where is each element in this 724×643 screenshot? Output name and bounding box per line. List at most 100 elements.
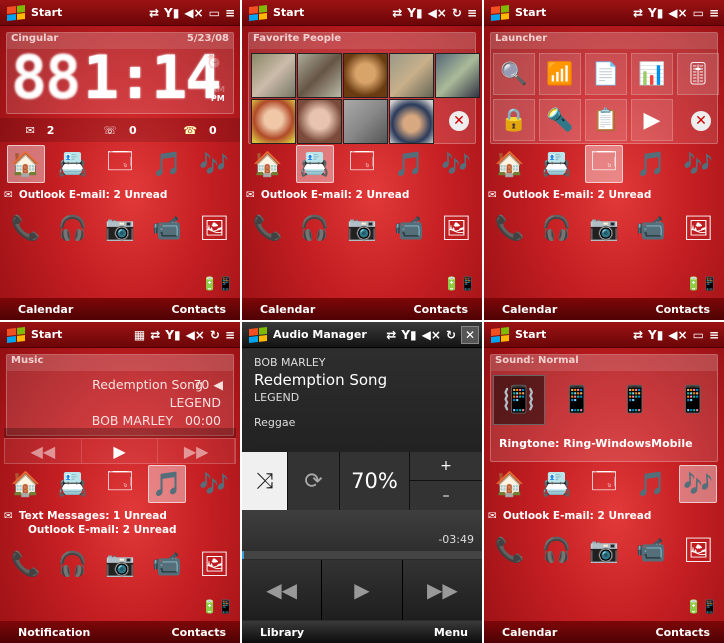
email-notification[interactable]: Outlook E-mail: 2 Unread xyxy=(28,524,177,536)
email-count[interactable]: ✉ 2 xyxy=(0,124,80,137)
profile-silent-icon[interactable]: 📱 xyxy=(609,375,661,425)
video-camera-icon[interactable]: 📹 xyxy=(390,209,428,247)
phone-icon[interactable]: 📞 xyxy=(7,209,45,247)
next-icon[interactable]: ▶▶ xyxy=(403,560,482,620)
tasks-icon[interactable]: 📋 xyxy=(585,99,627,141)
volume-mute-icon[interactable]: ◀× xyxy=(668,6,687,20)
sms-notification[interactable]: ✉ Text Messages: 1 Unread xyxy=(4,510,167,522)
lock-icon[interactable]: 🔒 xyxy=(493,99,535,141)
tab-launcher-icon[interactable]: 🗔 xyxy=(584,145,623,183)
contacts-softkey[interactable]: Contacts xyxy=(656,626,710,639)
start-label[interactable]: Start xyxy=(515,328,633,341)
remove-icon[interactable]: ✕ xyxy=(449,111,469,131)
camera-icon[interactable]: 📷 xyxy=(585,531,623,569)
phone-icon[interactable]: 📞 xyxy=(249,209,287,247)
calendar-softkey[interactable]: Calendar xyxy=(260,303,315,316)
contact-photo[interactable] xyxy=(343,99,388,144)
library-softkey[interactable]: Library xyxy=(260,626,304,639)
phone-icon[interactable]: 📞 xyxy=(7,545,45,583)
video-camera-icon[interactable]: 📹 xyxy=(148,209,186,247)
windows-start-icon[interactable] xyxy=(249,4,267,21)
previous-icon[interactable]: ◀◀ xyxy=(242,560,323,620)
camera-icon[interactable]: 📷 xyxy=(343,209,381,247)
email-notification[interactable]: ✉ Outlook E-mail: 2 Unread xyxy=(488,189,651,201)
pictures-icon[interactable]: 🖼 xyxy=(437,209,475,247)
wifi-icon[interactable]: 📶 xyxy=(539,53,581,95)
voicemail-count[interactable]: ☏ 0 xyxy=(80,124,160,137)
tab-home-icon[interactable]: 🏠 xyxy=(7,465,45,503)
close-icon[interactable]: ✕ xyxy=(461,325,479,344)
play-icon[interactable]: ▶ xyxy=(82,439,159,463)
contact-photo[interactable] xyxy=(389,99,434,144)
tab-home-icon[interactable]: 🏠 xyxy=(6,145,45,183)
pictures-icon[interactable]: 🖼 xyxy=(195,545,233,583)
volume-mute-icon[interactable]: ◀× xyxy=(184,6,203,20)
camera-icon[interactable]: 📷 xyxy=(101,209,139,247)
volume-mute-icon[interactable]: ◀× xyxy=(186,328,205,342)
menu-icon[interactable]: ≡ xyxy=(225,6,235,20)
media-player-icon[interactable]: ▶ xyxy=(631,99,673,141)
repeat-icon[interactable]: ⟳ xyxy=(288,452,340,510)
pictures-icon[interactable]: 🖼 xyxy=(679,531,717,569)
volume-mute-icon[interactable]: ◀× xyxy=(668,328,687,342)
flashlight-icon[interactable]: 🔦 xyxy=(539,99,581,141)
camera-icon[interactable]: 📷 xyxy=(101,545,139,583)
volume-down-button[interactable]: – xyxy=(410,481,482,510)
tab-music-icon[interactable]: 🎵 xyxy=(148,465,187,503)
ringtone-label[interactable]: Ringtone: Ring-WindowsMobile xyxy=(499,437,693,450)
tab-sound-icon[interactable]: 🎶 xyxy=(679,465,718,503)
headphones-icon[interactable]: 🎧 xyxy=(296,209,334,247)
profile-vibrate-icon[interactable]: 📱 xyxy=(551,375,603,425)
play-icon[interactable]: ▶ xyxy=(322,560,403,620)
music-card[interactable]: Music Redemption Song 70 ◀ LEGEND BOB MA… xyxy=(6,354,234,436)
contact-photo[interactable] xyxy=(297,99,342,144)
tab-people-icon[interactable]: 📇 xyxy=(54,465,92,503)
profile-scheduled-icon[interactable]: 📱 xyxy=(667,375,719,425)
tab-sound-icon[interactable]: 🎶 xyxy=(437,145,475,183)
video-camera-icon[interactable]: 📹 xyxy=(148,545,186,583)
tab-home-icon[interactable]: 🏠 xyxy=(491,145,529,183)
camera-icon[interactable]: 📷 xyxy=(585,209,623,247)
contact-photo[interactable] xyxy=(251,99,296,144)
windows-start-icon[interactable] xyxy=(7,4,25,21)
menu-softkey[interactable]: Menu xyxy=(434,626,468,639)
tab-launcher-icon[interactable]: 🗔 xyxy=(101,465,139,503)
search-icon[interactable]: 🔍 xyxy=(493,53,535,95)
menu-icon[interactable]: ≡ xyxy=(467,6,477,20)
tab-people-icon[interactable]: 📇 xyxy=(538,145,576,183)
clock-card[interactable]: Cingular 5/23/08 88 1:14 AM PM ⏰ xyxy=(6,32,234,114)
bluetooth-icon[interactable]: 🎚 xyxy=(677,53,719,95)
contact-photo[interactable] xyxy=(389,53,434,98)
tab-music-icon[interactable]: 🎵 xyxy=(390,145,428,183)
windows-start-icon[interactable] xyxy=(491,326,509,343)
contacts-softkey[interactable]: Contacts xyxy=(656,303,710,316)
tab-launcher-icon[interactable]: 🗔 xyxy=(101,145,139,183)
email-notification[interactable]: ✉ Outlook E-mail: 2 Unread xyxy=(4,189,167,201)
contact-photo[interactable] xyxy=(343,53,388,98)
tab-home-icon[interactable]: 🏠 xyxy=(491,465,529,503)
volume-up-button[interactable]: + xyxy=(410,452,482,481)
contacts-softkey[interactable]: Contacts xyxy=(414,303,468,316)
video-camera-icon[interactable]: 📹 xyxy=(632,531,670,569)
pictures-icon[interactable]: 🖼 xyxy=(195,209,233,247)
volume-mute-icon[interactable]: ◀× xyxy=(422,328,441,342)
calendar-softkey[interactable]: Calendar xyxy=(502,626,557,639)
excel-icon[interactable]: 📊 xyxy=(631,53,673,95)
tab-music-icon[interactable]: 🎵 xyxy=(632,465,670,503)
email-notification[interactable]: ✉ Outlook E-mail: 2 Unread xyxy=(488,510,651,522)
menu-icon[interactable]: ≡ xyxy=(709,328,719,342)
volume-mute-icon[interactable]: ◀× xyxy=(428,6,447,20)
start-label[interactable]: Start xyxy=(31,328,134,341)
start-label[interactable]: Start xyxy=(515,6,633,19)
tab-people-icon[interactable]: 📇 xyxy=(54,145,92,183)
tab-people-icon[interactable]: 📇 xyxy=(295,145,334,183)
tab-sound-icon[interactable]: 🎶 xyxy=(195,465,233,503)
tab-people-icon[interactable]: 📇 xyxy=(538,465,576,503)
previous-icon[interactable]: ◀◀ xyxy=(5,439,82,463)
phone-icon[interactable]: 📞 xyxy=(491,209,529,247)
word-icon[interactable]: 📄 xyxy=(585,53,627,95)
profile-normal-icon[interactable]: 📳 xyxy=(493,375,545,425)
tab-sound-icon[interactable]: 🎶 xyxy=(679,145,717,183)
windows-start-icon[interactable] xyxy=(249,326,267,343)
next-icon[interactable]: ▶▶ xyxy=(158,439,236,463)
